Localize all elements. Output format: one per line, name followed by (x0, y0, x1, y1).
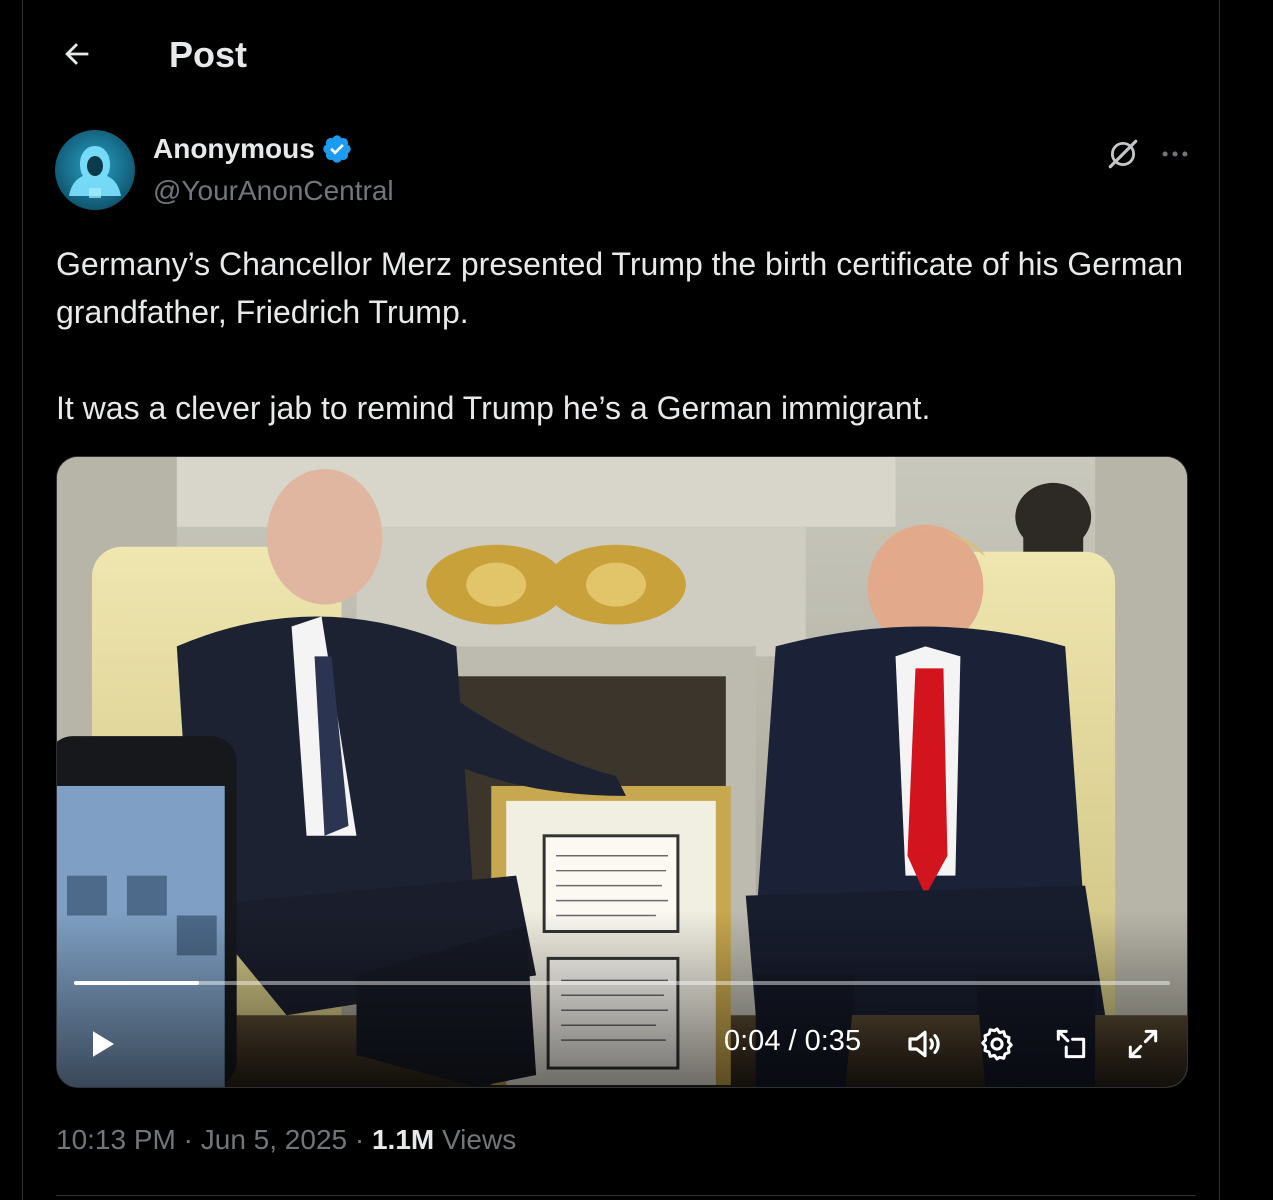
settings-button[interactable] (972, 1019, 1022, 1069)
name-line: Anonymous (153, 133, 353, 165)
divider (56, 1195, 1196, 1196)
fullscreen-button[interactable] (1118, 1019, 1168, 1069)
play-icon (93, 1031, 114, 1057)
meta-separator: · (175, 1124, 201, 1155)
views-label: Views (442, 1124, 517, 1155)
post-column: Post Anonymous @YourAnonCentral Germany’… (22, 0, 1220, 1200)
page-title: Post (169, 34, 248, 75)
post-date[interactable]: Jun 5, 2025 (201, 1124, 347, 1155)
video-frame-image (57, 457, 1187, 1087)
grok-button[interactable] (1103, 134, 1143, 174)
post-paragraph: Germany’s Chancellor Merz presented Trum… (56, 246, 1183, 330)
play-button[interactable] (77, 1019, 127, 1069)
meta-separator: · (347, 1124, 372, 1155)
more-options-button[interactable] (1155, 134, 1195, 174)
time-separator: / (780, 1025, 805, 1057)
volume-button[interactable] (900, 1019, 950, 1069)
dock-icon (1056, 1029, 1086, 1059)
settings-gear-icon (981, 1027, 1013, 1061)
views-count: 1.1M (371, 1124, 435, 1155)
post-header: Post (23, 0, 1219, 108)
post-paragraph: It was a clever jab to remind Trump he’s… (56, 390, 931, 426)
display-name[interactable]: Anonymous (153, 133, 315, 165)
back-button[interactable] (57, 34, 97, 74)
video-time-display: 0:04 / 0:35 (724, 1025, 861, 1058)
avatar[interactable] (55, 130, 135, 210)
post-meta: 10:13 PM · Jun 5, 2025 · 1.1M Views (56, 1124, 516, 1156)
grok-icon (1108, 139, 1138, 169)
duration: 0:35 (804, 1025, 862, 1057)
dock-button[interactable] (1046, 1019, 1096, 1069)
post-text: Germany’s Chancellor Merz presented Trum… (56, 240, 1196, 432)
author-handle[interactable]: @YourAnonCentral (153, 175, 394, 207)
post-time[interactable]: 10:13 PM (56, 1124, 176, 1155)
current-time: 0:04 (724, 1025, 781, 1057)
video-progress-bar[interactable] (74, 981, 1170, 985)
verified-badge-icon (323, 135, 351, 163)
hooded-figure-avatar-icon (55, 130, 135, 210)
fullscreen-icon (1128, 1029, 1158, 1059)
author-row: Anonymous @YourAnonCentral (55, 130, 1195, 214)
more-horizontal-icon (1162, 151, 1188, 157)
volume-icon (908, 1030, 940, 1058)
arrow-left-icon (65, 43, 89, 65)
video-player[interactable]: 0:04 / 0:35 (56, 456, 1188, 1088)
video-progress-fill (74, 981, 199, 985)
